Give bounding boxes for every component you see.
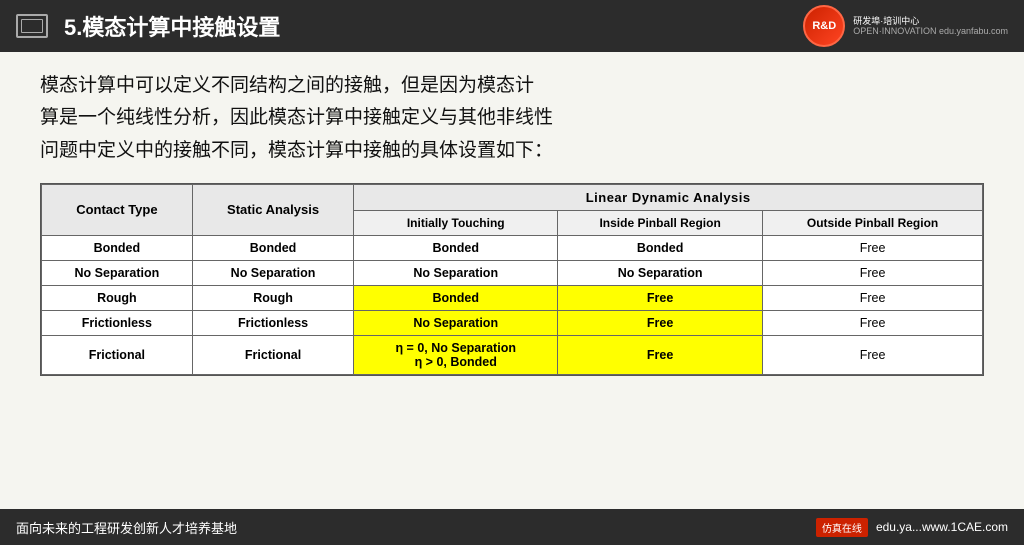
table-row: FrictionlessFrictionlessNo SeparationFre…: [42, 310, 983, 335]
col-lda-header: Linear Dynamic Analysis: [354, 184, 983, 210]
intro-line2: 算是一个纯线性分析，因此模态计算中接触定义与其他非线性: [40, 107, 553, 128]
cell-initially-touching: Bonded: [354, 285, 558, 310]
footer-right-area: 仿真在线 edu.ya...www.1CAE.com: [816, 518, 1008, 537]
table-row: No SeparationNo SeparationNo SeparationN…: [42, 260, 983, 285]
logo-area: R&D 研发埠·培训中心 OPEN·INNOVATION edu.yanfabu…: [803, 5, 1008, 47]
cell-outside-pinball: Free: [763, 285, 983, 310]
cell-type: Bonded: [42, 235, 193, 260]
cell-inside-pinball: No Separation: [558, 260, 763, 285]
sub-outside-pinball: Outside Pinball Region: [763, 210, 983, 235]
footer-badge: 仿真在线: [816, 518, 868, 537]
logo-text: 研发埠·培训中心 OPEN·INNOVATION edu.yanfabu.com: [853, 16, 1008, 37]
cell-inside-pinball: Free: [558, 285, 763, 310]
logo-url: OPEN·INNOVATION edu.yanfabu.com: [853, 26, 1008, 36]
table-row: RoughRoughBondedFreeFree: [42, 285, 983, 310]
cell-inside-pinball: Free: [558, 335, 763, 374]
cell-type: No Separation: [42, 260, 193, 285]
footer-url: edu.ya...www.1CAE.com: [876, 520, 1008, 534]
cell-outside-pinball: Free: [763, 235, 983, 260]
logo-circle: R&D: [803, 5, 845, 47]
cell-type: Rough: [42, 285, 193, 310]
header: 5.模态计算中接触设置 R&D 研发埠·培训中心 OPEN·INNOVATION…: [0, 0, 1024, 52]
table-row: BondedBondedBondedBondedFree: [42, 235, 983, 260]
cell-static: No Separation: [192, 260, 354, 285]
contact-table: Contact Type Static Analysis Linear Dyna…: [41, 184, 983, 375]
intro-line3: 问题中定义中的接触不同，模态计算中接触的具体设置如下：: [40, 140, 553, 161]
monitor-icon: [16, 14, 48, 38]
cell-outside-pinball: Free: [763, 335, 983, 374]
sub-initially-touching: Initially Touching: [354, 210, 558, 235]
table-row: FrictionalFrictionalη = 0, No Separation…: [42, 335, 983, 374]
cell-initially-touching: η = 0, No Separation η > 0, Bonded: [354, 335, 558, 374]
cell-initially-touching: Bonded: [354, 235, 558, 260]
content-area: R&D edu R&D 模态计算中可以定义不同结构之间的接触，但是因为模态计 算…: [0, 52, 1024, 509]
col-static-analysis: Static Analysis: [192, 184, 354, 235]
intro-line1: 模态计算中可以定义不同结构之间的接触，但是因为模态计: [40, 75, 534, 96]
cell-initially-touching: No Separation: [354, 260, 558, 285]
cell-initially-touching: No Separation: [354, 310, 558, 335]
cell-static: Frictional: [192, 335, 354, 374]
intro-paragraph: 模态计算中可以定义不同结构之间的接触，但是因为模态计 算是一个纯线性分析，因此模…: [40, 70, 984, 167]
col-contact-type: Contact Type: [42, 184, 193, 235]
slide-title: 5.模态计算中接触设置: [64, 10, 803, 42]
cell-type: Frictionless: [42, 310, 193, 335]
cell-inside-pinball: Free: [558, 310, 763, 335]
cell-static: Rough: [192, 285, 354, 310]
logo-brand: 研发埠·培训中心: [853, 16, 1008, 27]
cell-type: Frictional: [42, 335, 193, 374]
cell-outside-pinball: Free: [763, 260, 983, 285]
cell-inside-pinball: Bonded: [558, 235, 763, 260]
sub-inside-pinball: Inside Pinball Region: [558, 210, 763, 235]
cell-static: Frictionless: [192, 310, 354, 335]
contact-table-wrapper: Contact Type Static Analysis Linear Dyna…: [40, 183, 984, 376]
slide-container: 5.模态计算中接触设置 R&D 研发埠·培训中心 OPEN·INNOVATION…: [0, 0, 1024, 545]
logo-symbol: R&D: [812, 20, 836, 32]
cell-static: Bonded: [192, 235, 354, 260]
cell-outside-pinball: Free: [763, 310, 983, 335]
footer-left-text: 面向未来的工程研发创新人才培养基地: [16, 518, 237, 537]
footer: 面向未来的工程研发创新人才培养基地 仿真在线 edu.ya...www.1CAE…: [0, 509, 1024, 545]
